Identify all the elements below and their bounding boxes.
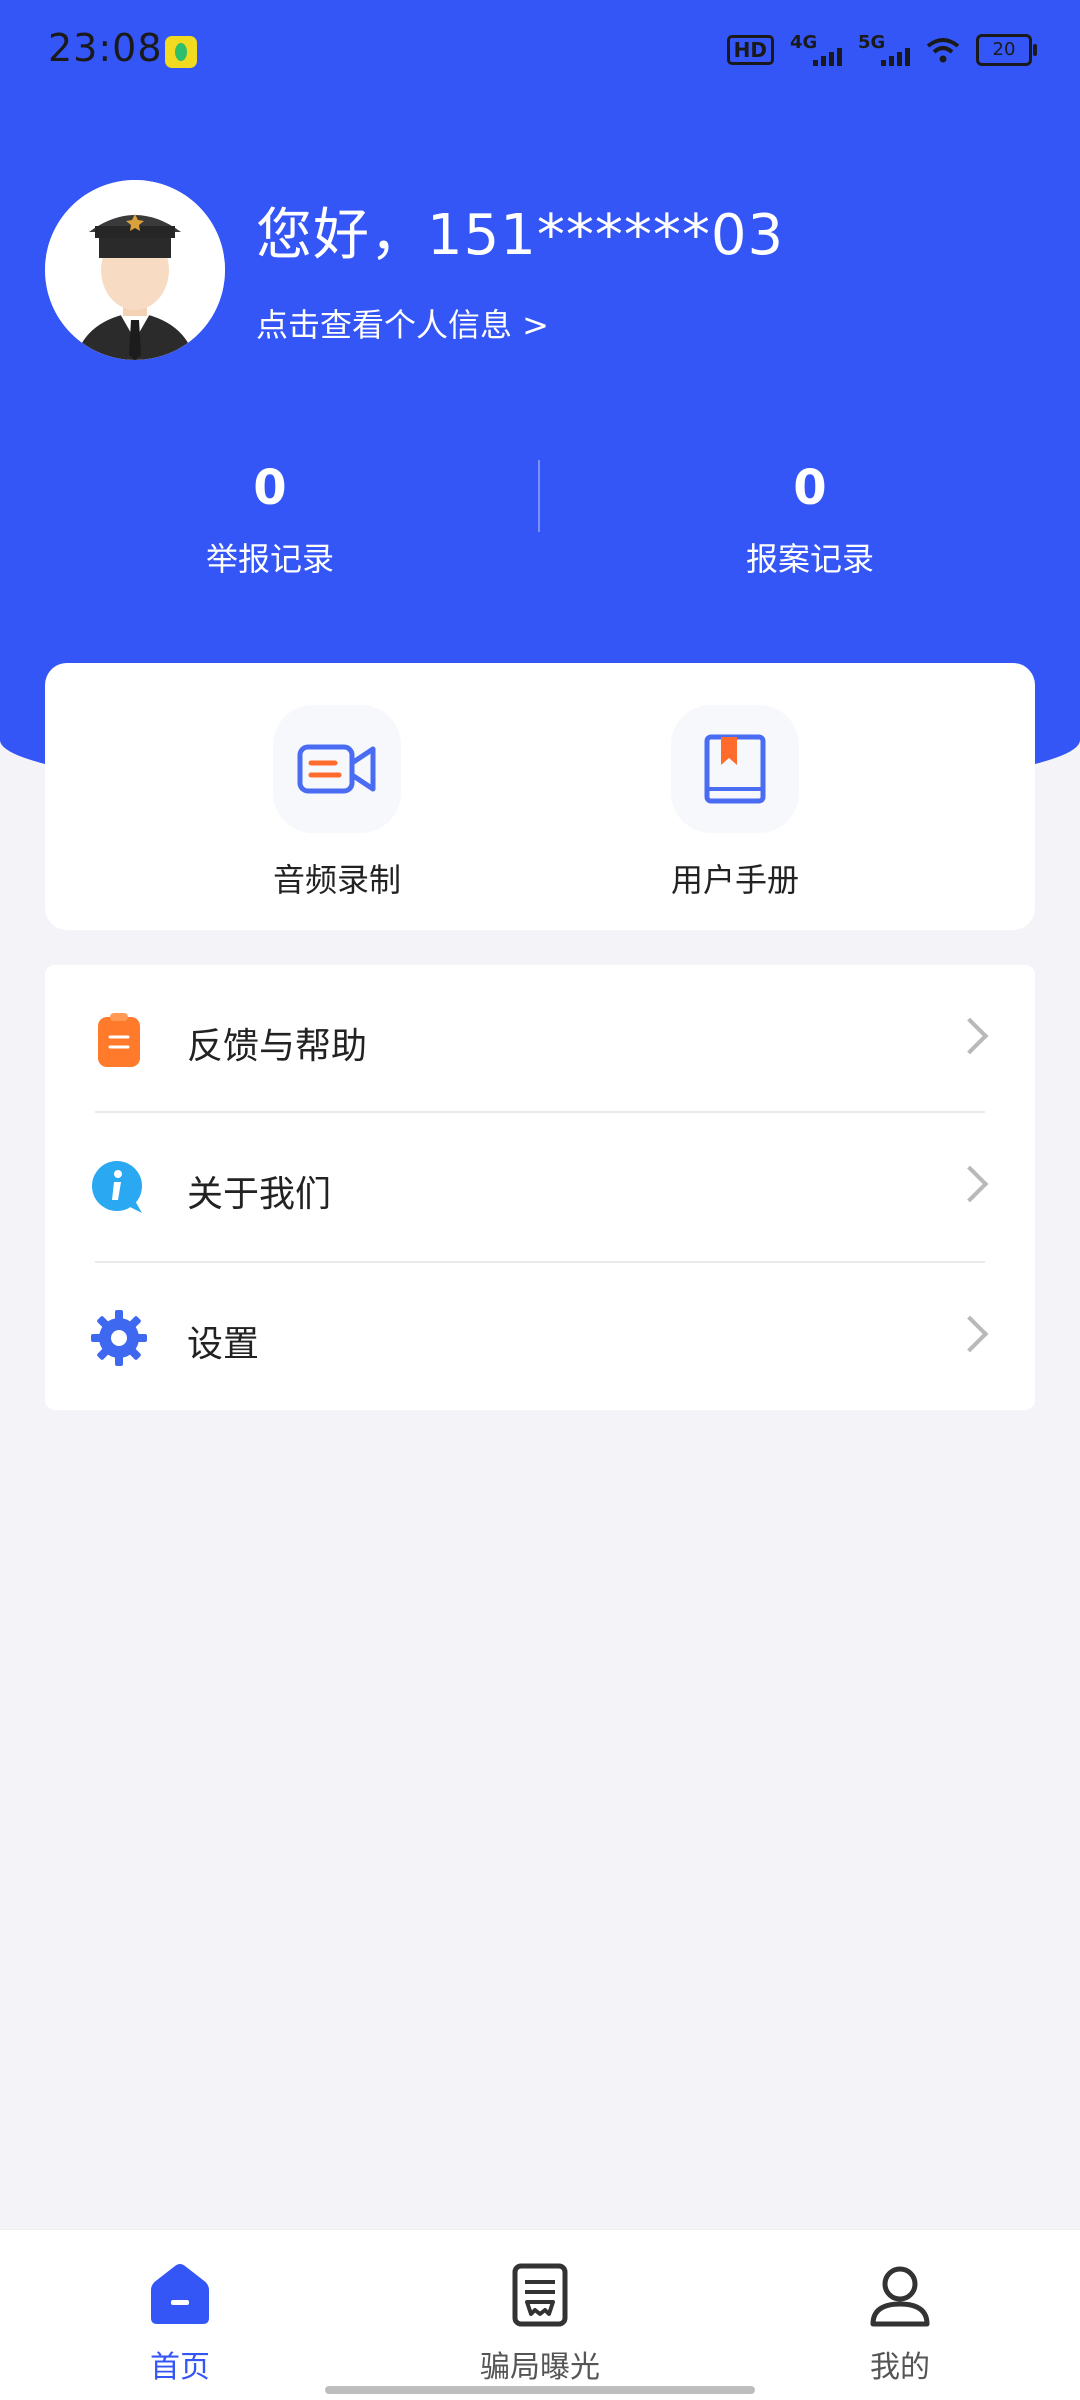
info-icon (92, 1161, 142, 1213)
bottom-navigation: 首页 骗局曝光 我的 (0, 2229, 1080, 2400)
video-camera-icon (273, 705, 401, 833)
greeting-text: 您好，151******03 (256, 203, 785, 268)
user-manual-button[interactable]: 用户手册 (635, 705, 835, 901)
report-records-count: 0 (253, 460, 287, 516)
user-icon (870, 2266, 930, 2327)
battery-icon: 20 (976, 34, 1037, 66)
tab-mine-label: 我的 (870, 2350, 930, 2385)
view-profile-link[interactable]: 点击查看个人信息 > (256, 300, 549, 346)
tab-scam-exposure-label: 骗局曝光 (480, 2350, 600, 2385)
about-us-label: 关于我们 (187, 1174, 332, 1215)
about-us-item[interactable]: 关于我们 (45, 1113, 1035, 1263)
clipboard-icon (98, 1013, 140, 1067)
report-records-stat[interactable]: 0 举报记录 (0, 460, 540, 580)
hd-icon: HD (726, 35, 774, 65)
feedback-help-label: 反馈与帮助 (187, 1026, 368, 1067)
police-officer-avatar-icon (45, 180, 225, 360)
chevron-right-icon (951, 1315, 989, 1353)
audio-record-button[interactable]: 音频录制 (237, 705, 437, 901)
book-icon (671, 705, 799, 833)
quick-actions-card: 音频录制 用户手册 (45, 663, 1035, 930)
document-icon (512, 2263, 568, 2327)
signal-4g-icon: 4G (790, 32, 842, 68)
tab-mine[interactable]: 我的 (800, 2260, 1000, 2386)
case-records-stat[interactable]: 0 报案记录 (540, 460, 1080, 580)
settings-item[interactable]: 设置 (45, 1263, 1035, 1413)
app-notification-icon (165, 36, 197, 68)
case-records-label: 报案记录 (745, 540, 874, 578)
chevron-right-icon (951, 1165, 989, 1203)
tab-home[interactable]: 首页 (80, 2260, 280, 2386)
settings-label: 设置 (187, 1324, 260, 1365)
settings-menu: 反馈与帮助 关于我们 设置 (45, 965, 1035, 1410)
chevron-right-icon (951, 1017, 989, 1055)
gear-icon (91, 1310, 147, 1366)
user-manual-label: 用户手册 (670, 861, 799, 899)
tab-scam-exposure[interactable]: 骗局曝光 (440, 2260, 640, 2386)
status-time: 23:08 (48, 26, 163, 70)
status-icons: HD 4G 5G 20 (726, 30, 1037, 70)
report-records-label: 举报记录 (205, 540, 334, 578)
wifi-icon (926, 38, 960, 63)
case-records-count: 0 (793, 460, 827, 516)
home-icon (151, 2264, 209, 2324)
avatar[interactable] (45, 180, 225, 360)
status-bar: 23:08 HD 4G 5G 20 (0, 0, 1080, 100)
audio-record-label: 音频录制 (272, 861, 401, 899)
feedback-help-item[interactable]: 反馈与帮助 (45, 965, 1035, 1115)
tab-home-label: 首页 (150, 2350, 210, 2385)
home-indicator[interactable] (325, 2386, 755, 2394)
signal-5g-icon: 5G (858, 32, 910, 68)
